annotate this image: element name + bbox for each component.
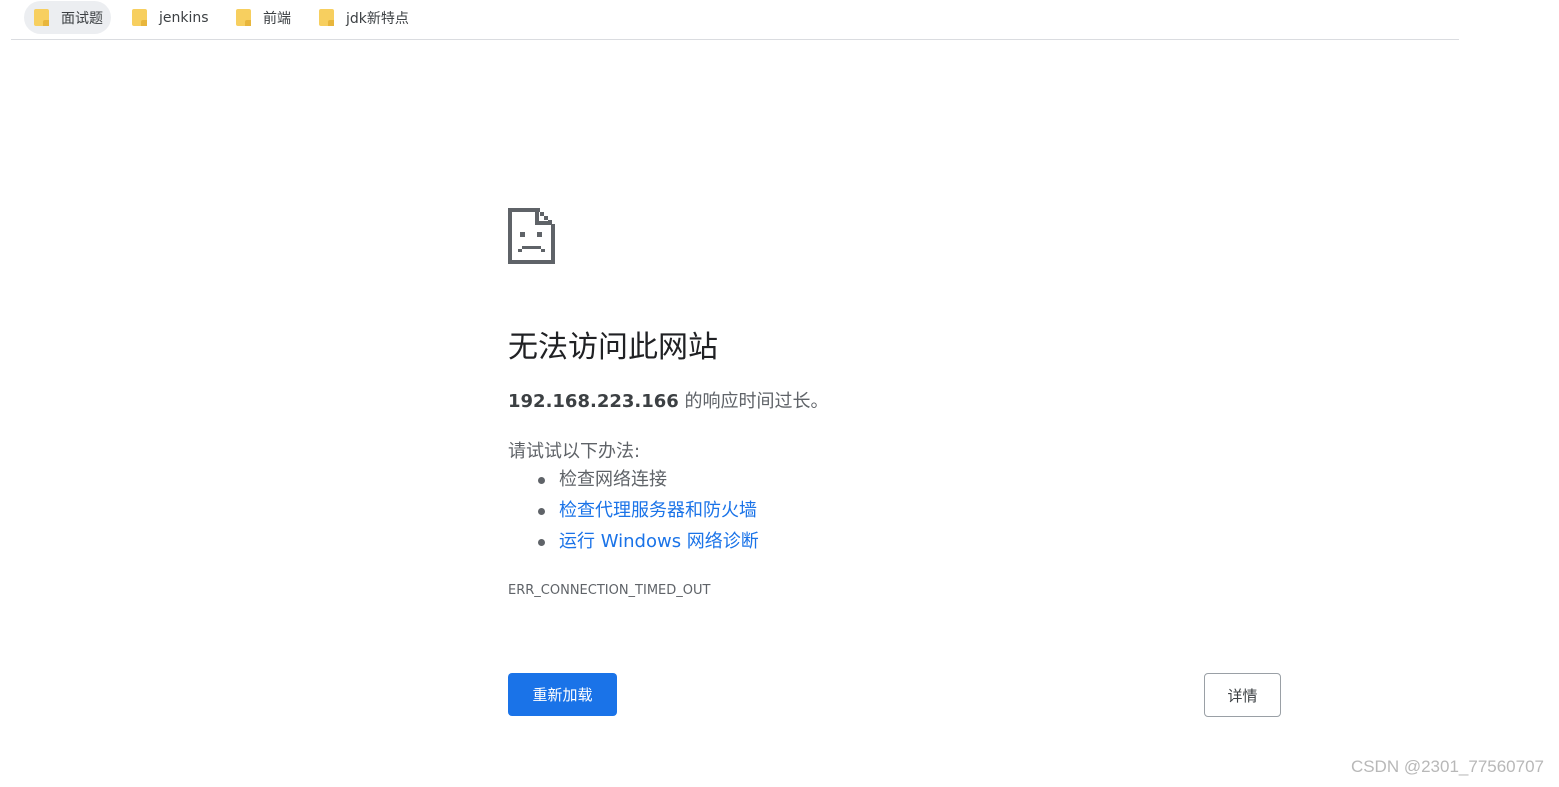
suggestion-run-diagnostics: 运行 Windows 网络诊断 [538, 529, 759, 560]
details-button[interactable]: 详情 [1204, 673, 1281, 717]
reload-button[interactable]: 重新加载 [508, 673, 617, 716]
bookmarks-bar: 面试题 jenkins 前端 jdk新特点 [11, 0, 1459, 40]
run-diagnostics-link[interactable]: 运行 Windows 网络诊断 [559, 531, 759, 552]
bookmark-folder-frontend[interactable]: 前端 [226, 1, 299, 34]
bookmark-folder-interview[interactable]: 面试题 [24, 1, 111, 34]
sad-page-icon [508, 208, 555, 264]
check-proxy-link[interactable]: 检查代理服务器和防火墙 [559, 500, 757, 521]
bookmark-label: 前端 [263, 10, 291, 27]
suggestion-check-network: 检查网络连接 [538, 467, 759, 498]
suggestion-check-proxy: 检查代理服务器和防火墙 [538, 498, 759, 529]
bookmark-label: jdk新特点 [346, 10, 409, 27]
error-message: 192.168.223.166 的响应时间过长。 [508, 387, 829, 413]
bookmark-label: 面试题 [61, 10, 103, 27]
folder-icon [34, 9, 49, 26]
message-suffix: 的响应时间过长。 [678, 391, 829, 412]
suggestions-list: 检查网络连接 检查代理服务器和防火墙 运行 Windows 网络诊断 [538, 467, 759, 560]
page-title: 无法访问此网站 [508, 330, 718, 365]
watermark: CSDN @2301_77560707 [1350, 757, 1544, 776]
folder-icon [236, 9, 251, 26]
bookmark-folder-jenkins[interactable]: jenkins [122, 1, 217, 34]
host-address: 192.168.223.166 [508, 391, 679, 412]
folder-icon [132, 9, 147, 26]
bookmark-label: jenkins [159, 9, 209, 26]
suggestion-text: 检查网络连接 [559, 469, 667, 490]
bookmark-folder-jdk[interactable]: jdk新特点 [309, 1, 417, 34]
suggestions-heading: 请试试以下办法: [508, 441, 641, 462]
folder-icon [319, 9, 334, 26]
error-code: ERR_CONNECTION_TIMED_OUT [508, 583, 711, 598]
